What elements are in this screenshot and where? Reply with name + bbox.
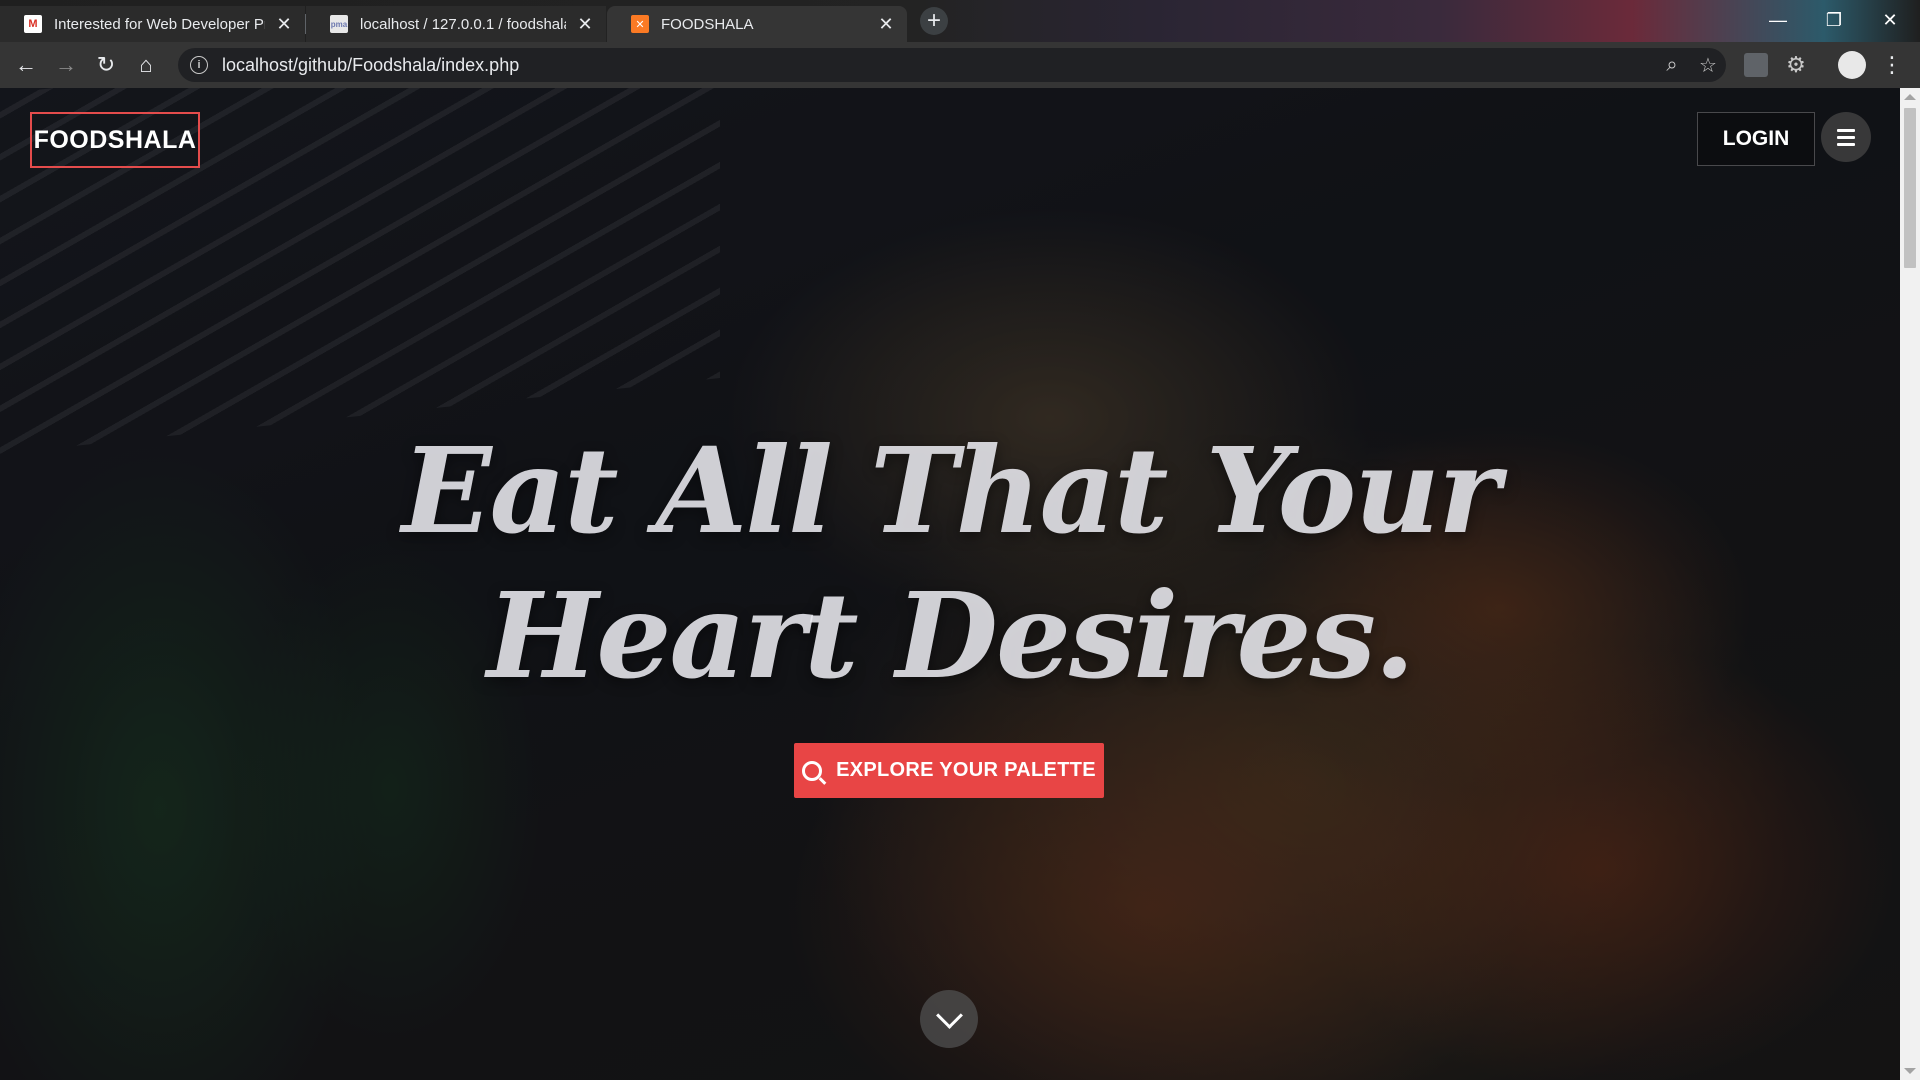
reload-icon[interactable]: ↻: [92, 51, 120, 79]
headline-line-1: Eat All That Your: [401, 421, 1501, 560]
gear-icon[interactable]: ⚙: [1784, 53, 1808, 77]
login-button[interactable]: LOGIN: [1697, 112, 1815, 166]
scroll-up-arrow-icon[interactable]: [1904, 94, 1916, 100]
page-scrollbar[interactable]: [1900, 88, 1920, 1080]
scrollbar-thumb[interactable]: [1904, 108, 1916, 268]
close-icon[interactable]: ✕: [576, 14, 594, 35]
kebab-menu-icon[interactable]: ⋮: [1880, 53, 1904, 77]
explore-button-label: EXPLORE YOUR PALETTE: [836, 759, 1096, 781]
xampp-icon: ✕: [631, 15, 649, 33]
profile-avatar[interactable]: [1838, 51, 1866, 79]
hero-headline: Eat All That Your Heart Desires.: [300, 418, 1600, 708]
hero-section: FOODSHALA LOGIN Eat All That Your Heart …: [0, 88, 1900, 1080]
close-icon[interactable]: ✕: [275, 14, 293, 35]
back-icon[interactable]: ←: [12, 51, 40, 79]
hamburger-line: [1837, 135, 1855, 139]
headline-line-2: Heart Desires.: [486, 566, 1415, 705]
brand-logo[interactable]: FOODSHALA: [30, 112, 200, 168]
scroll-down-button[interactable]: [920, 990, 978, 1048]
extension-icon[interactable]: [1744, 53, 1768, 77]
tab-phpmyadmin[interactable]: pma localhost / 127.0.0.1 / foodshala ✕: [306, 6, 606, 42]
tab-title: localhost / 127.0.0.1 / foodshala: [360, 15, 566, 33]
address-bar[interactable]: i localhost/github/Foodshala/index.php ⌕…: [178, 48, 1726, 82]
tab-gmail[interactable]: M Interested for Web Developer Pr ✕: [0, 6, 305, 42]
search-icon: [802, 760, 823, 781]
hamburger-menu-button[interactable]: [1821, 112, 1871, 162]
tab-foodshala[interactable]: ✕ FOODSHALA ✕: [607, 6, 907, 42]
browser-toolbar: ← → ↻ ⌂ i localhost/github/Foodshala/ind…: [0, 42, 1920, 88]
address-url[interactable]: localhost/github/Foodshala/index.php: [222, 55, 1654, 76]
bookmark-star-icon[interactable]: ☆: [1690, 53, 1726, 78]
restore-button[interactable]: ❐: [1804, 0, 1864, 40]
hamburger-line: [1837, 142, 1855, 146]
new-tab-button[interactable]: +: [920, 7, 948, 35]
scroll-down-arrow-icon[interactable]: [1904, 1068, 1916, 1074]
close-icon[interactable]: ✕: [877, 14, 895, 35]
tab-title: FOODSHALA: [661, 15, 754, 33]
info-icon[interactable]: i: [190, 56, 208, 74]
home-icon[interactable]: ⌂: [132, 51, 160, 79]
zoom-icon[interactable]: ⌕: [1654, 54, 1690, 77]
minimize-button[interactable]: —: [1748, 0, 1808, 40]
phpmyadmin-icon: pma: [330, 15, 348, 33]
browser-tab-strip: M Interested for Web Developer Pr ✕ pma …: [0, 0, 1920, 42]
hamburger-line: [1837, 128, 1855, 132]
gmail-icon: M: [24, 15, 42, 33]
forward-icon[interactable]: →: [52, 51, 80, 79]
close-window-button[interactable]: ✕: [1860, 0, 1920, 40]
chevron-down-icon: [935, 1001, 963, 1029]
tab-title: Interested for Web Developer Pr: [54, 15, 265, 33]
explore-button[interactable]: EXPLORE YOUR PALETTE: [794, 743, 1104, 798]
